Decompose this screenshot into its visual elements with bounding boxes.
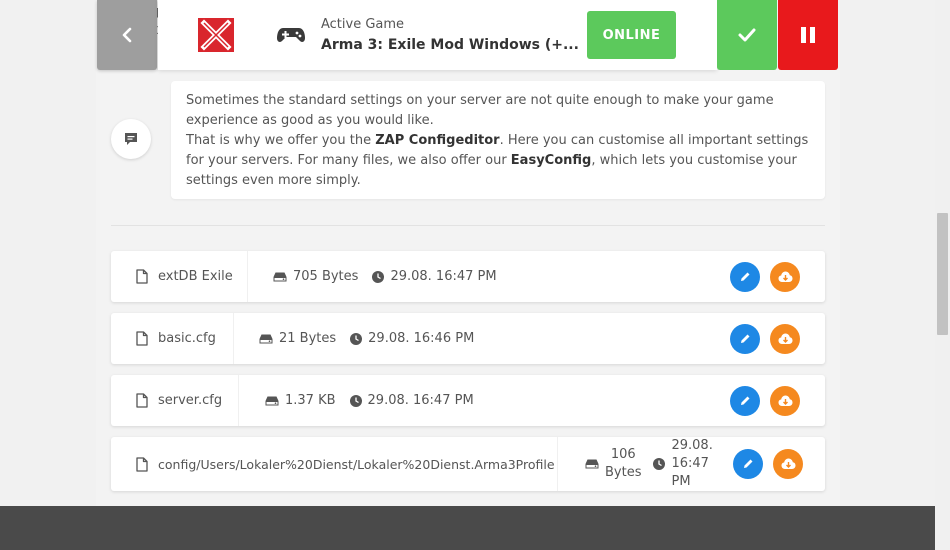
- clock-icon: [372, 270, 385, 283]
- online-status-button[interactable]: ONLINE: [587, 11, 676, 59]
- pencil-icon: [744, 459, 753, 468]
- scrollbar-thumb[interactable]: [937, 213, 948, 335]
- file-name: config/Users/Lokaler%20Dienst/Lokaler%20…: [158, 456, 555, 472]
- info-line-1: Sometimes the standard settings on your …: [186, 93, 774, 128]
- file-icon: [136, 456, 148, 472]
- file-meta: 106 Bytes 29.08. 16:47 PM: [585, 437, 713, 491]
- pencil-icon: [741, 396, 750, 405]
- chat-icon: [125, 133, 137, 145]
- scrollbar-corner: [935, 506, 950, 550]
- edit-file-button[interactable]: [730, 386, 760, 416]
- file-meta: 21 Bytes 29.08. 16:46 PM: [259, 313, 474, 364]
- gamepad-icon: [277, 28, 305, 42]
- file-size: 705 Bytes: [293, 269, 359, 284]
- file-name-cell: server.cfg: [111, 375, 239, 426]
- file-date: 29.08. 16:47 PM: [367, 393, 474, 408]
- chat-avatar: [111, 119, 151, 159]
- file-icon: [136, 393, 148, 408]
- config-info-message: Sometimes the standard settings on your …: [171, 81, 825, 199]
- game-logo-icon: [198, 18, 234, 52]
- cloud-download-icon: [781, 458, 795, 469]
- download-file-button[interactable]: [770, 262, 800, 292]
- file-name-cell: extDB Exile: [111, 251, 248, 302]
- pause-server-button[interactable]: [778, 0, 838, 70]
- file-icon: [136, 269, 148, 284]
- file-date: 29.08. 16:47 PM: [671, 438, 713, 489]
- divider: [111, 225, 825, 226]
- easyconfig-label: EasyConfig: [510, 153, 592, 168]
- file-size: 106 Bytes: [605, 447, 642, 480]
- active-game-bar: Active Game Arma 3: Exile Mod Windows (+…: [158, 0, 717, 70]
- file-meta: 705 Bytes 29.08. 16:47 PM: [273, 251, 497, 302]
- file-name: server.cfg: [158, 393, 223, 408]
- file-date: 29.08. 16:47 PM: [390, 269, 497, 284]
- file-row[interactable]: config/Users/Lokaler%20Dienst/Lokaler%20…: [111, 437, 825, 491]
- check-icon: [738, 28, 756, 42]
- edit-file-button[interactable]: [730, 262, 760, 292]
- cloud-download-icon: [778, 333, 792, 344]
- pencil-icon: [741, 272, 750, 281]
- drive-icon: [265, 396, 279, 405]
- confirm-button[interactable]: [717, 0, 777, 70]
- zap-configeditor-label: ZAP Configeditor: [375, 133, 500, 148]
- clock-icon: [653, 458, 666, 470]
- download-file-button[interactable]: [770, 324, 800, 354]
- file-row[interactable]: basic.cfg 21 Bytes 29.08. 16:46 PM: [111, 313, 825, 364]
- edit-file-button[interactable]: [730, 324, 760, 354]
- drive-icon: [259, 334, 273, 343]
- pause-icon: [801, 27, 815, 43]
- active-game-caption: Active Game: [321, 17, 405, 32]
- clock-icon: [349, 394, 362, 407]
- chevron-left-icon: [122, 27, 132, 43]
- download-file-button[interactable]: [770, 386, 800, 416]
- drive-icon: [273, 272, 287, 281]
- file-date: 29.08. 16:46 PM: [368, 331, 475, 346]
- clock-icon: [350, 332, 363, 345]
- edit-file-button[interactable]: [733, 449, 763, 479]
- file-name: basic.cfg: [158, 331, 216, 346]
- file-row[interactable]: server.cfg 1.37 KB 29.08. 16:47 PM: [111, 375, 825, 426]
- footer: [0, 506, 935, 550]
- drive-icon: [585, 459, 599, 469]
- file-meta: 1.37 KB 29.08. 16:47 PM: [265, 375, 474, 426]
- pencil-icon: [741, 334, 750, 343]
- file-size: 21 Bytes: [279, 331, 337, 346]
- file-name-cell: basic.cfg: [111, 313, 234, 364]
- cloud-download-icon: [778, 395, 792, 406]
- active-game-name: Arma 3: Exile Mod Windows (+...: [321, 37, 579, 53]
- cloud-download-icon: [778, 271, 792, 282]
- download-file-button[interactable]: [773, 449, 803, 479]
- file-icon: [136, 331, 148, 346]
- info-line-2: That is why we offer you the ZAP Confige…: [186, 133, 809, 188]
- file-row[interactable]: extDB Exile 705 Bytes 29.08. 16:47 PM: [111, 251, 825, 302]
- back-button[interactable]: [97, 0, 157, 70]
- file-size: 1.37 KB: [285, 393, 336, 408]
- file-name: extDB Exile: [158, 269, 233, 284]
- file-name-cell: config/Users/Lokaler%20Dienst/Lokaler%20…: [111, 437, 558, 491]
